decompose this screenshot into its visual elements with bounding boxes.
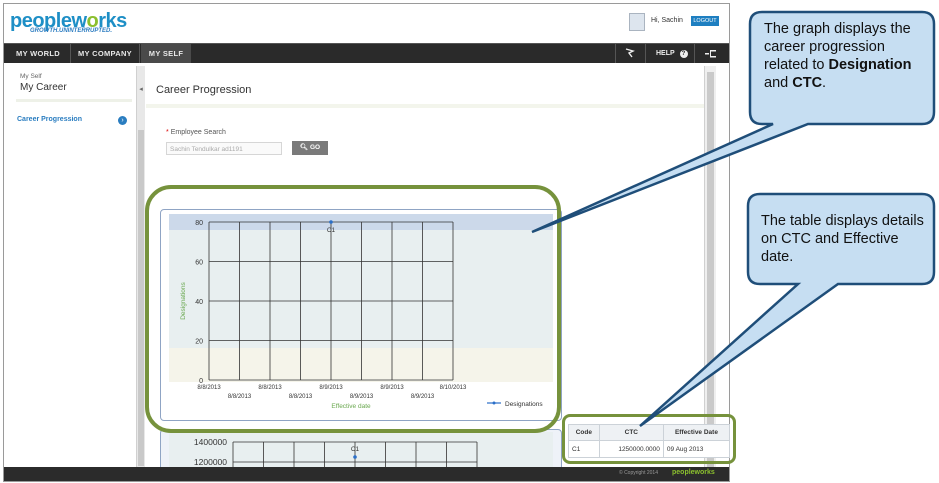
graph-callout-part: .	[822, 75, 827, 91]
table-callout-text: The table displays details on CTC and Ef…	[761, 213, 924, 265]
graph-callout-bold: Designation	[828, 57, 912, 73]
graph-callout-part: and	[764, 75, 793, 91]
graph-callout-text: The graph displays the career progressio…	[764, 20, 929, 92]
graph-callout-bold: CTC	[792, 75, 823, 91]
